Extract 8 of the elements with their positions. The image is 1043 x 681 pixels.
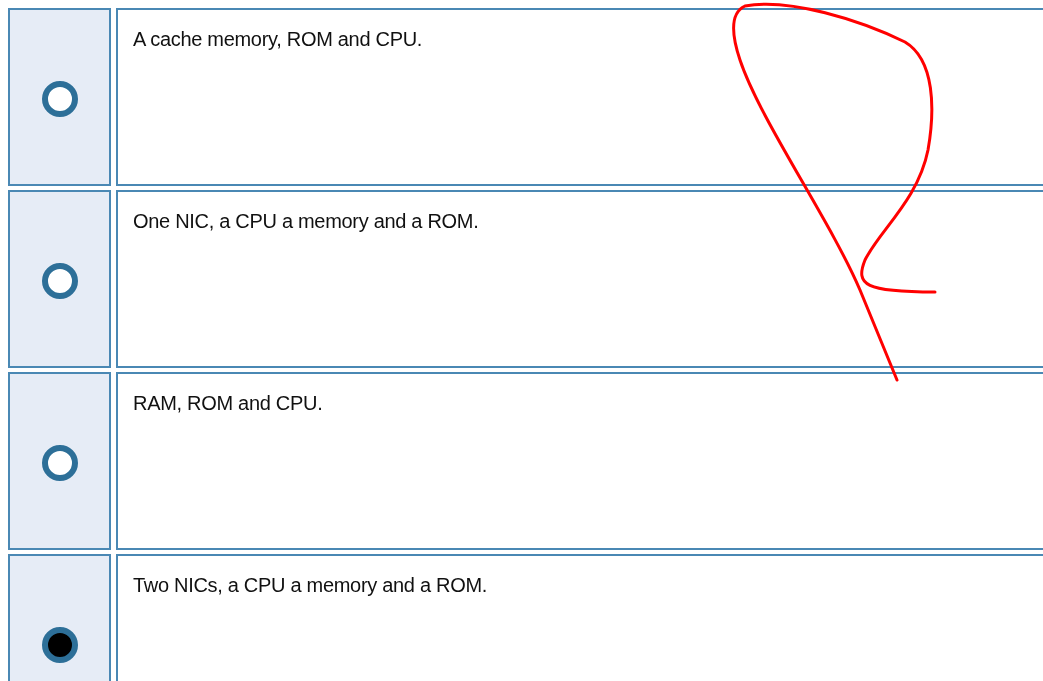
radio-button[interactable] (41, 445, 78, 481)
radio-button[interactable] (41, 263, 78, 299)
answer-text: One NIC, a CPU a memory and a ROM. (133, 210, 479, 232)
radio-button[interactable] (41, 81, 78, 117)
answer-text: Two NICs, a CPU a memory and a ROM. (133, 574, 488, 596)
answer-text: A cache memory, ROM and CPU. (133, 28, 423, 50)
radio-button[interactable] (41, 627, 78, 663)
answer-text: RAM, ROM and CPU. (133, 392, 323, 414)
